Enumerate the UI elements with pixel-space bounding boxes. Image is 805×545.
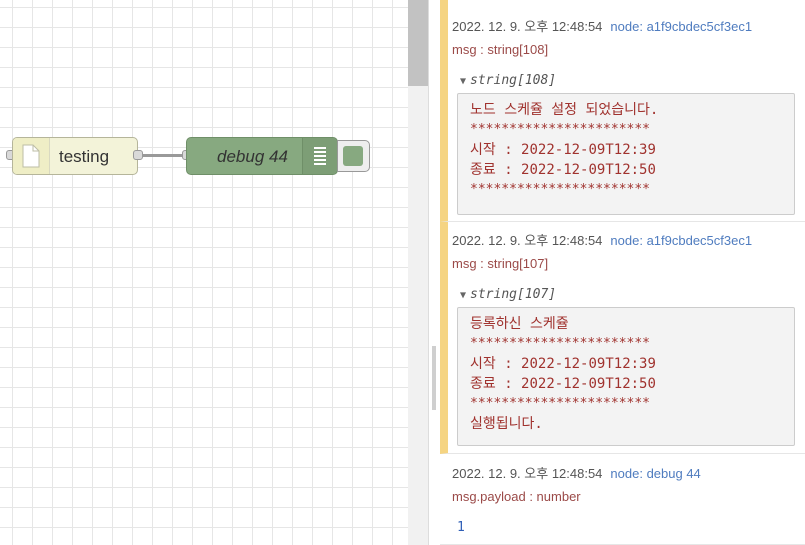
- debug-toggle-indicator: [343, 146, 363, 166]
- inject-node[interactable]: testing: [12, 137, 138, 175]
- file-icon: [22, 144, 40, 168]
- canvas-scrollbar[interactable]: [408, 0, 428, 545]
- message-date: 2022. 12. 9. 오후 12:48:54: [452, 19, 603, 34]
- tree-label-text: string[108]: [470, 73, 557, 88]
- debug-message-meta: 2022. 12. 9. 오후 12:48:54 node: a1f9cbdec5…: [452, 230, 752, 249]
- string-line: ***********************: [470, 182, 651, 197]
- message-node-link[interactable]: node: a1f9cbdec5cf3ec1: [610, 19, 752, 34]
- sidebar-splitter-handle[interactable]: [432, 346, 436, 410]
- inject-node-icon-area: [13, 138, 50, 174]
- string-line: 등록하신 스케쥴: [470, 316, 569, 332]
- inject-node-label: testing: [59, 147, 110, 166]
- list-icon: [314, 147, 326, 165]
- sidebar-splitter[interactable]: [428, 0, 440, 545]
- canvas-scrollbar-thumb[interactable]: [408, 0, 428, 86]
- debug-message-meta: 2022. 12. 9. 오후 12:48:54 node: a1f9cbdec5…: [452, 16, 752, 35]
- caret-down-icon: ▼: [460, 76, 467, 87]
- message-node-link[interactable]: node: a1f9cbdec5cf3ec1: [610, 233, 752, 248]
- message-date: 2022. 12. 9. 오후 12:48:54: [452, 233, 603, 248]
- string-line: ***********************: [470, 336, 651, 351]
- string-line: 노드 스케쥴 설정 되었습니다.: [470, 102, 659, 118]
- message-tree-toggle[interactable]: ▼ string[108]: [460, 73, 556, 88]
- message-tree-toggle[interactable]: ▼ string[107]: [460, 287, 556, 302]
- string-line: ***********************: [470, 122, 651, 137]
- string-line: ***********************: [470, 396, 651, 411]
- tree-label-text: string[107]: [470, 287, 557, 302]
- message-topic: msg : string[107]: [452, 256, 549, 271]
- string-line: 종료 : 2022-12-09T12:50: [470, 162, 656, 178]
- debug-message-meta: 2022. 12. 9. 오후 12:48:54 node: debug 44: [452, 463, 701, 482]
- debug-sidebar: 2022. 12. 9. 오후 12:48:54 node: a1f9cbdec5…: [440, 0, 805, 545]
- string-line: 실행됩니다.: [470, 416, 543, 432]
- debug-node-icon-area: [302, 138, 337, 174]
- string-line: 시작 : 2022-12-09T12:39: [470, 142, 656, 158]
- number-value: 1: [457, 520, 465, 535]
- debug-toggle-button[interactable]: [337, 140, 370, 172]
- message-topic: msg : string[108]: [452, 42, 549, 57]
- debug-message: 2022. 12. 9. 오후 12:48:54 node: debug 44 m…: [440, 454, 805, 545]
- debug-message: 2022. 12. 9. 오후 12:48:54 node: a1f9cbdec5…: [440, 222, 805, 454]
- flow-wire[interactable]: [143, 154, 183, 157]
- caret-down-icon: ▼: [460, 290, 467, 301]
- string-line: 종료 : 2022-12-09T12:50: [470, 376, 656, 392]
- flow-canvas[interactable]: testing debug 44: [0, 0, 408, 545]
- string-value-box: 노드 스케쥴 설정 되었습니다. ***********************…: [457, 93, 795, 215]
- message-node-link[interactable]: node: debug 44: [610, 466, 700, 481]
- string-value-box: 등록하신 스케쥴 *********************** 시작 : 20…: [457, 307, 795, 446]
- message-date: 2022. 12. 9. 오후 12:48:54: [452, 466, 603, 481]
- string-line: 시작 : 2022-12-09T12:39: [470, 356, 656, 372]
- message-topic: msg.payload : number: [452, 489, 581, 504]
- debug-node-label: debug 44: [217, 147, 288, 166]
- debug-message: 2022. 12. 9. 오후 12:48:54 node: a1f9cbdec5…: [440, 0, 805, 222]
- inject-output-port[interactable]: [133, 150, 143, 160]
- debug-node[interactable]: debug 44: [186, 137, 338, 175]
